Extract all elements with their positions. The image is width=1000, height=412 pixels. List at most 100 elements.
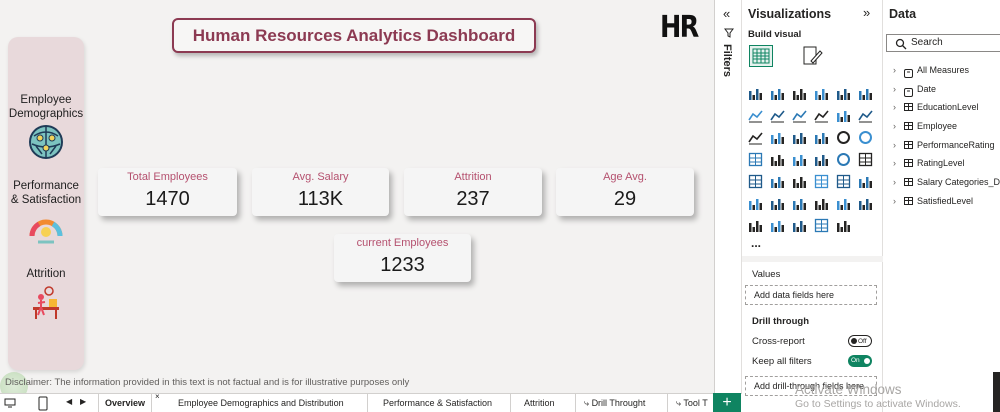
waterfall-icon[interactable] xyxy=(836,108,851,123)
matrix-icon[interactable] xyxy=(836,174,851,189)
decomposition-tree-icon[interactable] xyxy=(792,196,807,211)
100-bar-icon[interactable] xyxy=(836,86,851,101)
tab-label: Performance & Satisfaction xyxy=(383,398,493,408)
funnel-icon[interactable] xyxy=(770,130,785,145)
table-icon xyxy=(904,122,913,130)
data-field-label: All Measures xyxy=(917,65,970,75)
map-icon[interactable] xyxy=(770,152,785,167)
nav-employee-demographics[interactable]: Employee Demographics xyxy=(8,93,84,165)
slicer-icon[interactable] xyxy=(792,174,807,189)
qa-icon[interactable] xyxy=(814,196,829,211)
area-chart-icon[interactable] xyxy=(770,108,785,123)
data-field-salary-categories[interactable]: › Salary Categories_D xyxy=(893,177,1000,187)
more-visuals-icon[interactable]: ... xyxy=(751,236,761,250)
values-drop-zone[interactable]: Add data fields here xyxy=(745,285,877,305)
kpi-card-attrition: Attrition 237 xyxy=(404,168,542,216)
line-column-icon[interactable] xyxy=(858,108,873,123)
column-funnel-icon[interactable] xyxy=(792,130,807,145)
keep-filters-toggle[interactable]: On xyxy=(848,355,872,367)
data-field-satisfiedlevel[interactable]: › SatisfiedLevel xyxy=(893,196,973,206)
kpi-value: 237 xyxy=(456,188,490,210)
tab-scroll-left-icon[interactable]: ◀ xyxy=(66,397,72,406)
tab-employee-demographics[interactable]: Employee Demographics and Distribution xyxy=(172,394,368,412)
paginated-report-icon[interactable] xyxy=(748,218,763,233)
ribbon-chart-icon[interactable] xyxy=(814,108,829,123)
nav-performance-satisfaction[interactable]: Performance & Satisfaction xyxy=(8,179,84,249)
keep-filters-label: Keep all filters xyxy=(752,356,812,367)
filter-funnel-icon xyxy=(724,28,734,38)
table-icon xyxy=(904,178,913,186)
expand-double-chevron-icon[interactable]: » xyxy=(863,5,870,20)
data-field-ratinglevel[interactable]: › RatingLevel xyxy=(893,158,965,168)
100-column-icon[interactable] xyxy=(858,86,873,101)
kpi-value: 1233 xyxy=(380,254,425,276)
gauge-icon[interactable] xyxy=(836,152,851,167)
new-card-icon[interactable] xyxy=(814,218,829,233)
nav-label-performance-satisfaction: Performance & Satisfaction xyxy=(10,180,82,206)
tab-tool-tip[interactable]: ⤷ Tool T xyxy=(670,394,714,412)
data-field-label: EducationLevel xyxy=(917,102,979,112)
collapse-double-chevron-icon[interactable]: « xyxy=(723,6,730,21)
narrative-icon[interactable] xyxy=(836,196,851,211)
goals-icon[interactable] xyxy=(858,196,873,211)
scatter-icon[interactable] xyxy=(814,130,829,145)
kpi-icon[interactable] xyxy=(770,174,785,189)
clustered-column-icon[interactable] xyxy=(814,86,829,101)
multirow-card-icon[interactable] xyxy=(748,174,763,189)
data-field-date[interactable]: › = Date xyxy=(893,84,936,97)
stacked-column-icon[interactable] xyxy=(770,86,785,101)
stacked-area-icon[interactable] xyxy=(792,108,807,123)
pie-chart-icon[interactable] xyxy=(836,130,851,145)
data-pane: Data Search › = All Measures › = Date › Educa… xyxy=(883,0,1000,412)
add-page-button[interactable]: + xyxy=(713,393,741,412)
keep-filters-row: Keep all filters On xyxy=(752,355,872,367)
donut-chart-icon[interactable] xyxy=(858,130,873,145)
kpi-value: 1470 xyxy=(145,188,190,210)
data-field-label: Salary Categories_D xyxy=(917,177,1000,187)
power-apps-icon[interactable] xyxy=(770,218,785,233)
r-visual-icon[interactable] xyxy=(858,174,873,189)
fields-grid-icon xyxy=(752,48,770,64)
demographics-globe-icon xyxy=(29,125,63,159)
kpi-card-age-avg: Age Avg. 29 xyxy=(556,168,694,216)
cross-report-toggle[interactable]: Off xyxy=(848,335,872,347)
nav-label-employee-demographics: Employee Demographics xyxy=(8,94,84,120)
visualizations-pane: Visualizations » Build visual ... Values… xyxy=(742,0,883,412)
nav-attrition[interactable]: Attrition xyxy=(8,267,84,326)
python-visual-icon[interactable] xyxy=(748,196,763,211)
mobile-layout-icon[interactable] xyxy=(38,396,48,411)
azure-map-icon[interactable] xyxy=(814,152,829,167)
tab-performance-satisfaction[interactable]: Performance & Satisfaction xyxy=(377,394,511,412)
line-chart-icon[interactable] xyxy=(748,108,763,123)
drill-through-drop-zone[interactable]: Add drill-through fields here xyxy=(745,376,877,396)
key-influencers-icon[interactable] xyxy=(770,196,785,211)
data-field-performancerating[interactable]: › PerformanceRating xyxy=(893,140,995,150)
visualizations-title: Visualizations xyxy=(748,7,832,21)
tab-drill-throught[interactable]: ⤷ Drill Throught xyxy=(578,394,668,412)
monitor-icon[interactable] xyxy=(4,398,16,408)
filters-pane-collapsed[interactable]: « Filters xyxy=(714,0,742,393)
drill-icon: ⤷ xyxy=(584,398,590,408)
treemap-icon[interactable] xyxy=(748,152,763,167)
card-icon[interactable] xyxy=(858,152,873,167)
build-visual-tab[interactable] xyxy=(749,45,773,67)
calculator-icon: = xyxy=(904,88,913,97)
format-visual-icon[interactable] xyxy=(801,45,823,67)
line-stacked-column-icon[interactable] xyxy=(748,130,763,145)
data-field-employee[interactable]: › Employee xyxy=(893,121,957,131)
power-automate-icon[interactable] xyxy=(792,218,807,233)
chevron-right-icon: › xyxy=(893,158,896,168)
table-icon xyxy=(904,197,913,205)
table-icon[interactable] xyxy=(814,174,829,189)
more-apps-icon[interactable] xyxy=(836,218,851,233)
tab-scroll-right-icon[interactable]: ▶ xyxy=(80,397,86,406)
clustered-bar-icon[interactable] xyxy=(792,86,807,101)
filled-map-icon[interactable] xyxy=(792,152,807,167)
data-field-educationlevel[interactable]: › EducationLevel xyxy=(893,102,979,112)
tab-attrition[interactable]: Attrition xyxy=(518,394,576,412)
kpi-card-avg-salary: Avg. Salary 113K xyxy=(252,168,389,216)
tab-overview[interactable]: Overview xyxy=(98,394,153,412)
stacked-bar-icon[interactable] xyxy=(748,86,763,101)
close-icon[interactable]: × xyxy=(155,392,160,401)
data-field-all-measures[interactable]: › = All Measures xyxy=(893,65,969,78)
